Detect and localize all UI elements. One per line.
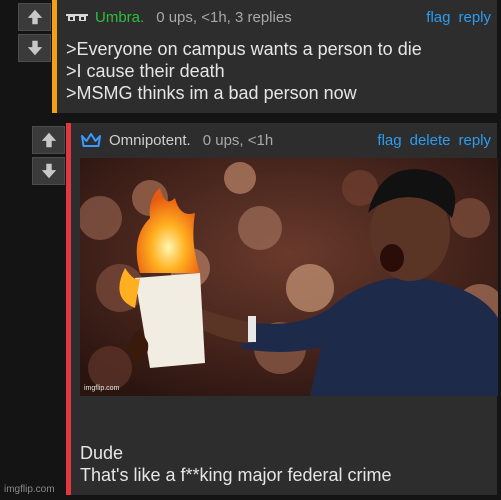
reply-link[interactable]: reply — [458, 132, 491, 149]
comment-1-meta: 0 ups, <1h, 3 replies — [156, 8, 292, 26]
delete-link[interactable]: delete — [410, 132, 451, 149]
arrow-down-icon — [27, 40, 42, 56]
comment-2-accent-bar — [66, 123, 71, 495]
comment-2-actions: flag delete reply — [377, 132, 491, 149]
meme-watermark: imgflip.com — [84, 385, 120, 392]
comment-2-username[interactable]: Omnipotent. — [109, 132, 191, 149]
comment-1-body: >Everyone on campus wants a person to di… — [66, 39, 422, 103]
comment-1-actions: flag reply — [426, 9, 491, 26]
downvote-button[interactable] — [32, 157, 65, 185]
flag-link[interactable]: flag — [426, 9, 450, 26]
vote-column-1 — [18, 3, 52, 62]
site-watermark: imgflip.com — [4, 484, 55, 495]
arrow-up-icon — [41, 132, 56, 148]
pixel-glasses-icon[interactable] — [66, 9, 88, 25]
arrow-down-icon — [41, 163, 56, 179]
meme-illustration — [80, 158, 498, 396]
comment-1: Umbra. 0 ups, <1h, 3 replies flag reply … — [52, 0, 497, 113]
comment-2-body: Dude That's like a f**king major federal… — [80, 443, 392, 485]
comment-1-accent-bar — [52, 0, 57, 113]
vote-column-2 — [32, 126, 66, 185]
comment-2: Omnipotent. 0 ups, <1h flag delete reply — [66, 123, 498, 495]
flag-link[interactable]: flag — [377, 132, 401, 149]
reply-link[interactable]: reply — [458, 9, 491, 26]
downvote-button[interactable] — [18, 34, 51, 62]
upvote-button[interactable] — [18, 3, 51, 31]
comment-1-username[interactable]: Umbra. — [95, 9, 144, 26]
meme-image[interactable]: imgflip.com — [80, 158, 498, 396]
comment-2-meta: 0 ups, <1h — [202, 131, 274, 149]
comment-1-header: Umbra. 0 ups, <1h, 3 replies flag reply — [66, 6, 491, 28]
comment-2-header: Omnipotent. 0 ups, <1h flag delete reply — [80, 129, 491, 151]
upvote-button[interactable] — [32, 126, 65, 154]
arrow-up-icon — [27, 9, 42, 25]
crown-icon[interactable] — [80, 132, 102, 148]
